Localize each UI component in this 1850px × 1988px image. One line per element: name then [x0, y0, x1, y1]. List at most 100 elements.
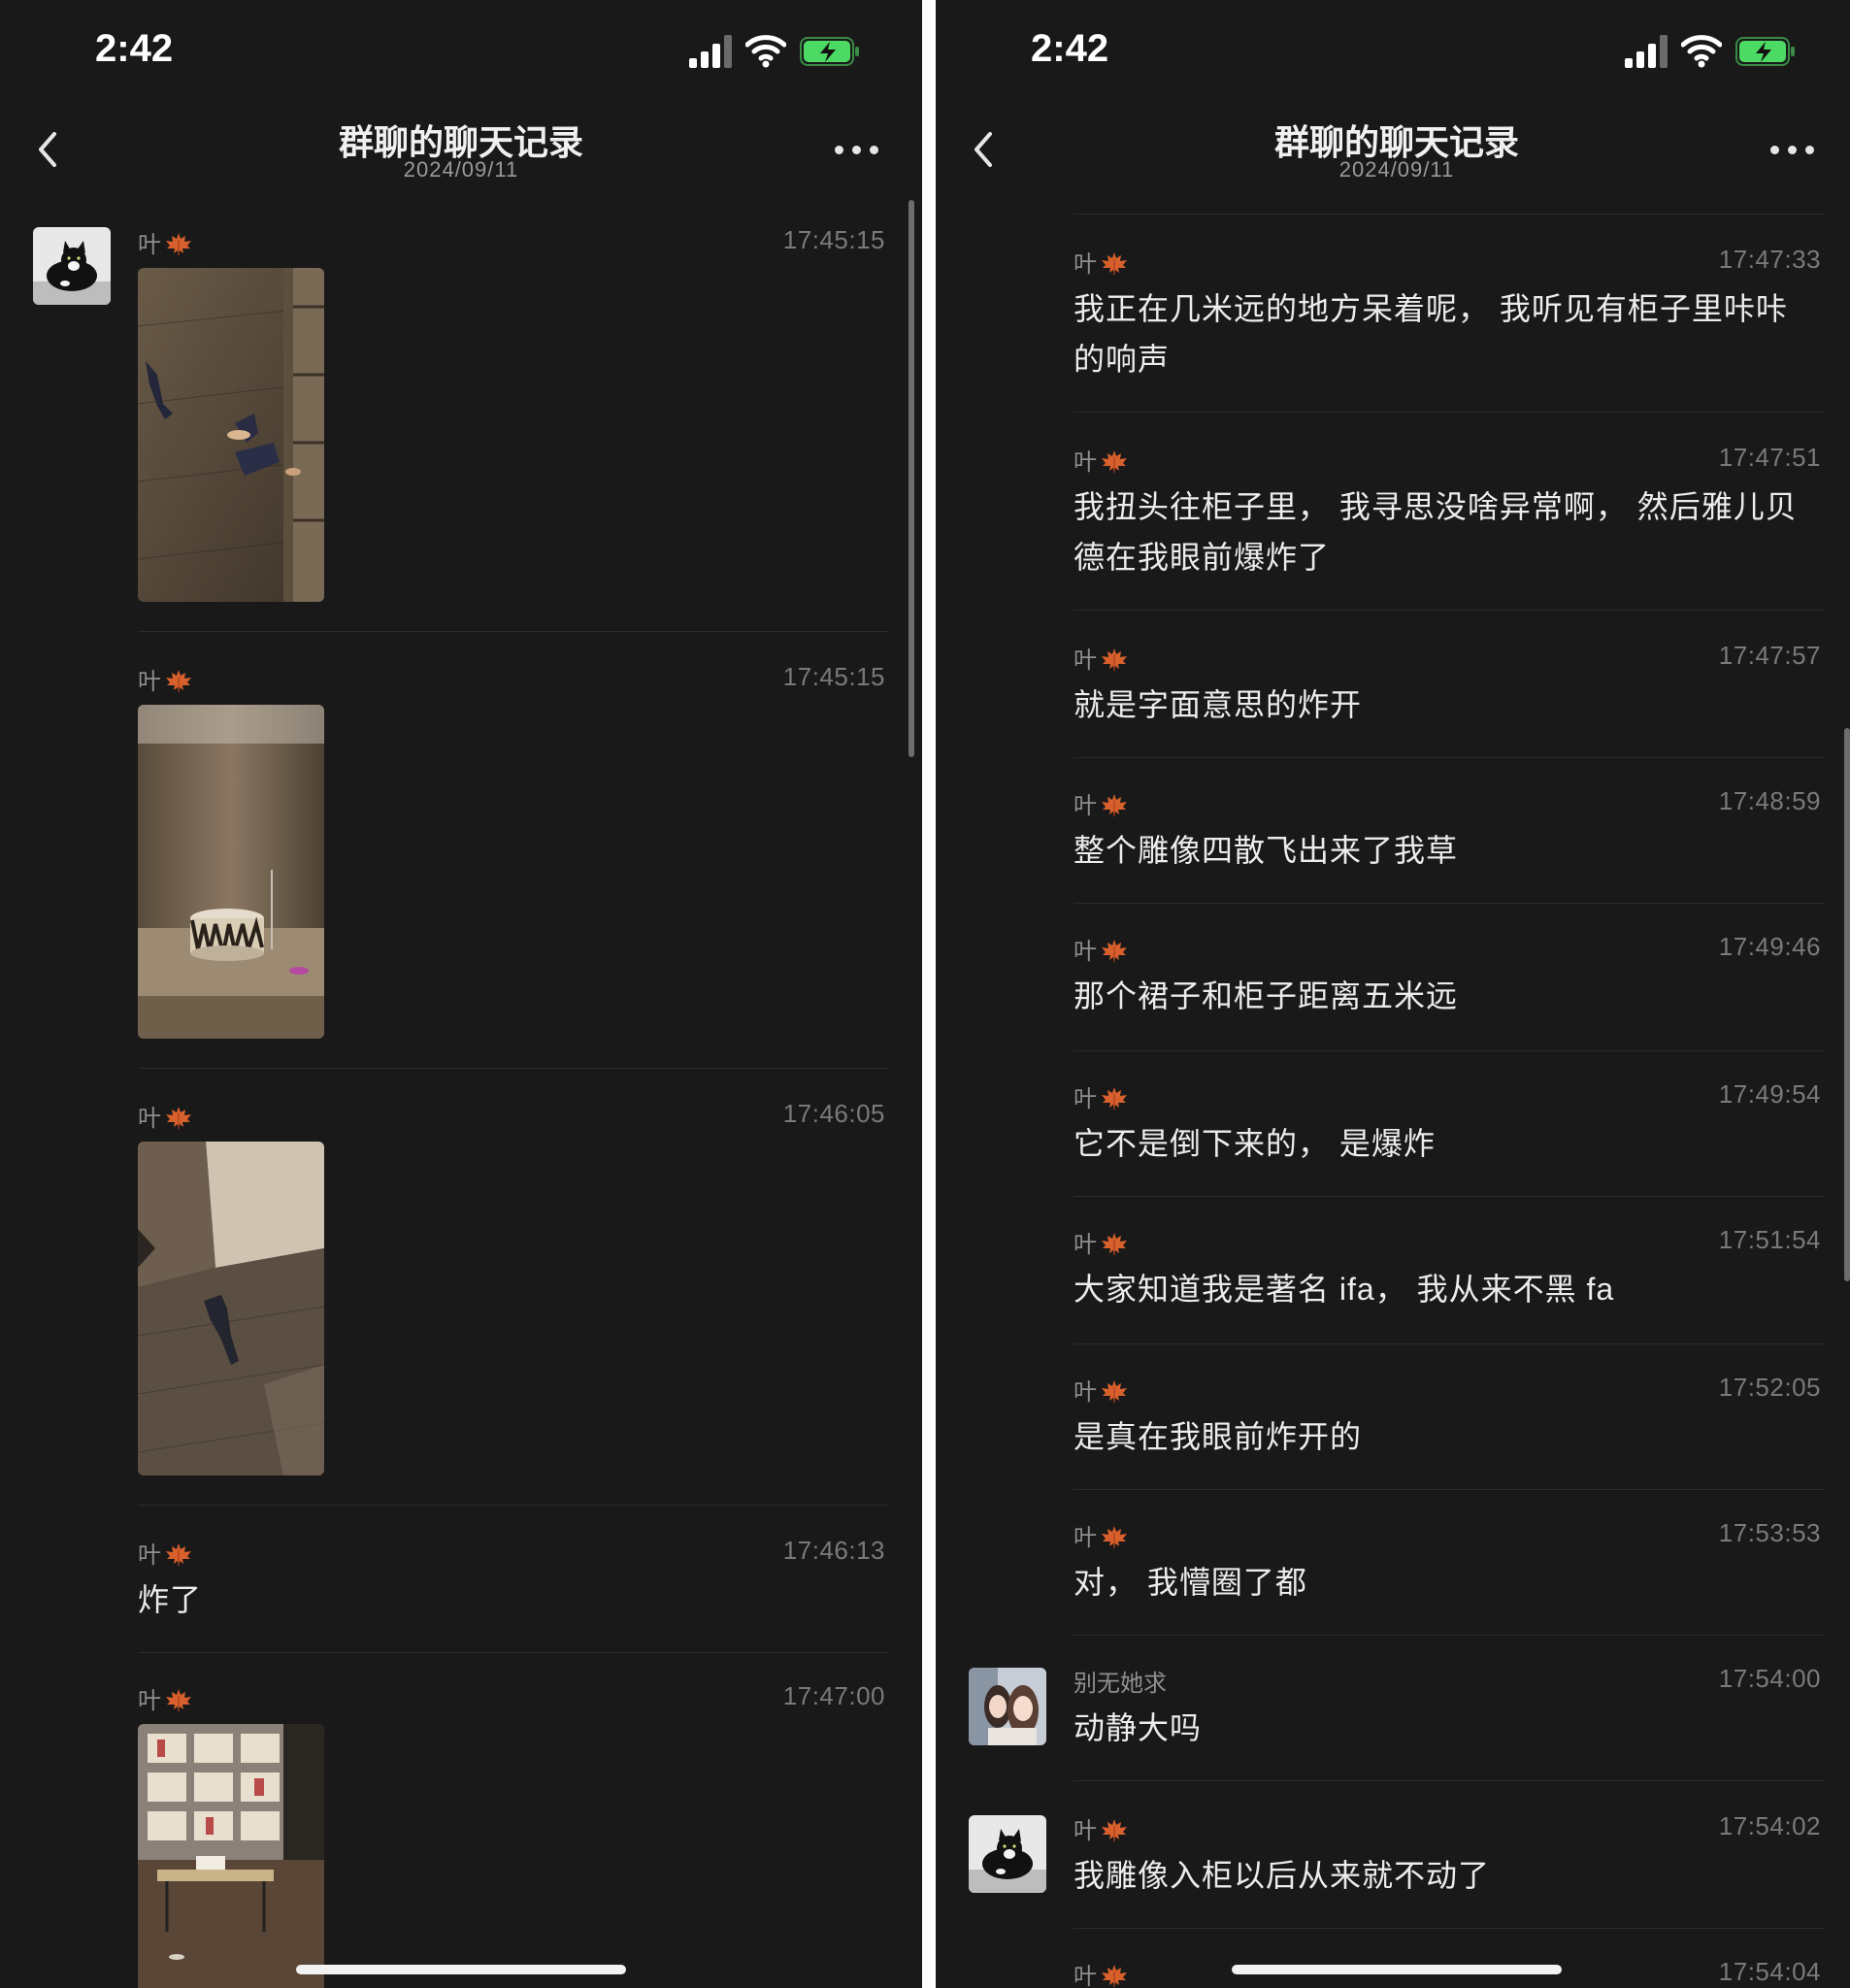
- page-date: 2024/09/11: [403, 157, 519, 182]
- avatar[interactable]: [33, 227, 111, 305]
- divider: [1074, 412, 1825, 413]
- sender-name: 叶: [1074, 1373, 1129, 1407]
- sender-name: 叶: [138, 1099, 193, 1133]
- maple-leaf-icon: [1100, 793, 1129, 818]
- divider: [1074, 1343, 1825, 1344]
- divider: [1074, 610, 1825, 611]
- maple-leaf-icon: [1100, 1964, 1129, 1988]
- message-text: 就是字面意思的炸开: [1074, 687, 1363, 722]
- sender-name: 叶: [1074, 443, 1129, 477]
- divider: [1074, 1489, 1825, 1490]
- maple-leaf-icon: [1100, 939, 1129, 964]
- cellular-signal-icon: [1625, 35, 1669, 68]
- divider: [1074, 1928, 1825, 1929]
- image-thumbnail[interactable]: [138, 705, 324, 1039]
- more-dots-icon[interactable]: [1770, 140, 1819, 159]
- divider: [1074, 214, 1825, 215]
- status-icons: [1625, 35, 1800, 74]
- cellular-signal-icon: [689, 35, 734, 68]
- avatar[interactable]: [969, 1668, 1046, 1745]
- maple-leaf-icon: [164, 232, 193, 257]
- divider: [1074, 1635, 1825, 1636]
- maple-leaf-icon: [1100, 1086, 1129, 1111]
- message-text: 动静大吗: [1074, 1710, 1203, 1745]
- status-bar: 2:42: [936, 0, 1850, 107]
- battery-charging-icon: [800, 37, 859, 66]
- maple-leaf-icon: [164, 669, 193, 694]
- divider: [138, 631, 889, 632]
- maple-leaf-icon: [1100, 647, 1129, 673]
- home-indicator[interactable]: [1232, 1965, 1562, 1974]
- sender-name: 叶: [138, 1681, 193, 1715]
- maple-leaf-icon: [164, 1542, 193, 1568]
- message-time: 17:47:33: [1718, 245, 1821, 274]
- status-icons: [689, 35, 864, 74]
- message-text: 我正在几米远的地方呆着呢， 我听见有柜子里咔咔的响声: [1074, 291, 1788, 377]
- sender-name: 叶: [1074, 1811, 1129, 1845]
- message-time: 17:54:04: [1718, 1957, 1821, 1986]
- message-text: 大家知道我是著名 ifa， 我从来不黑 fa: [1074, 1272, 1615, 1307]
- message-time: 17:54:00: [1718, 1664, 1821, 1693]
- sender-name: 叶: [138, 225, 193, 259]
- battery-charging-icon: [1735, 37, 1795, 66]
- message-time: 17:47:51: [1718, 443, 1821, 472]
- message-text: 对， 我懵圈了都: [1074, 1565, 1307, 1600]
- maple-leaf-icon: [1100, 1818, 1129, 1843]
- message-time: 17:52:05: [1718, 1373, 1821, 1402]
- page-date: 2024/09/11: [1338, 157, 1455, 182]
- sender-name: 叶: [1074, 1957, 1129, 1988]
- sender-name: 叶: [138, 662, 193, 696]
- message-time: 17:45:15: [782, 225, 885, 254]
- divider: [1074, 1196, 1825, 1197]
- divider: [138, 1505, 889, 1506]
- divider: [1074, 903, 1825, 904]
- scrollbar[interactable]: [1844, 728, 1850, 1281]
- message-time: 17:51:54: [1718, 1225, 1821, 1254]
- chat-history-panel-right: 2:42 群聊的聊天记录 2024/09/11 叶 17:47:33 我正在几米…: [936, 0, 1850, 1988]
- image-thumbnail[interactable]: [138, 1724, 324, 1988]
- message-time: 17:54:02: [1718, 1811, 1821, 1840]
- maple-leaf-icon: [1100, 1379, 1129, 1405]
- home-indicator[interactable]: [296, 1965, 626, 1974]
- status-time: 2:42: [1031, 27, 1109, 70]
- status-bar: 2:42: [0, 0, 922, 107]
- sender-name: 叶: [1074, 932, 1129, 966]
- divider: [1074, 757, 1825, 758]
- maple-leaf-icon: [164, 1106, 193, 1131]
- message-text: 我扭头往柜子里， 我寻思没啥异常啊， 然后雅儿贝德在我眼前爆炸了: [1074, 489, 1798, 575]
- message-text: 那个裙子和柜子距离五米远: [1074, 978, 1459, 1013]
- wifi-icon: [1681, 35, 1722, 68]
- maple-leaf-icon: [1100, 251, 1129, 277]
- message-text: 整个雕像四散飞出来了我草: [1074, 833, 1459, 868]
- divider: [1074, 1050, 1825, 1051]
- message-time: 17:46:05: [782, 1099, 885, 1128]
- sender-name: 叶: [1074, 1225, 1129, 1259]
- image-thumbnail[interactable]: [138, 268, 324, 602]
- sender-name: 叶: [1074, 245, 1129, 279]
- message-time: 17:48:59: [1718, 786, 1821, 815]
- chat-history-panel-left: 2:42 群聊的聊天记录 2024/09/11 叶 17:45:15 叶 17:…: [0, 0, 922, 1988]
- maple-leaf-icon: [1100, 1232, 1129, 1257]
- maple-leaf-icon: [1100, 449, 1129, 475]
- status-time: 2:42: [95, 27, 174, 70]
- message-text: 它不是倒下来的， 是爆炸: [1074, 1126, 1436, 1161]
- message-time: 17:46:13: [782, 1536, 885, 1565]
- sender-name: 叶: [1074, 1518, 1129, 1552]
- divider: [138, 1068, 889, 1069]
- more-dots-icon[interactable]: [835, 140, 883, 159]
- message-time: 17:49:46: [1718, 932, 1821, 961]
- message-text: 是真在我眼前炸开的: [1074, 1419, 1363, 1454]
- divider: [138, 1652, 889, 1653]
- maple-leaf-icon: [1100, 1525, 1129, 1550]
- nav-bar: 群聊的聊天记录 2024/09/11: [0, 107, 922, 196]
- nav-bar: 群聊的聊天记录 2024/09/11: [936, 107, 1850, 196]
- sender-name: 叶: [1074, 786, 1129, 820]
- scrollbar[interactable]: [908, 200, 914, 757]
- sender-name: 叶: [1074, 1079, 1129, 1113]
- message-time: 17:45:15: [782, 662, 885, 691]
- image-thumbnail[interactable]: [138, 1142, 324, 1475]
- sender-name: 叶: [1074, 641, 1129, 675]
- wifi-icon: [745, 35, 786, 68]
- avatar[interactable]: [969, 1815, 1046, 1893]
- sender-name: 叶: [138, 1536, 193, 1570]
